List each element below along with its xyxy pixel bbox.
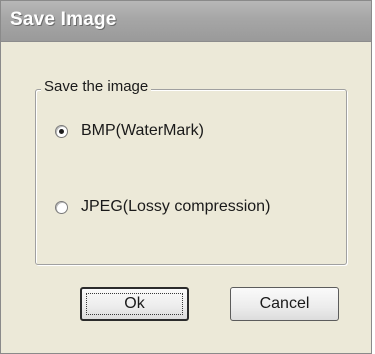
group-legend: Save the image [41, 78, 152, 95]
ok-button-label: Ok [124, 295, 145, 312]
radio-option-jpeg[interactable]: JPEG(Lossy compression) [55, 198, 270, 216]
window-title: Save Image [10, 9, 117, 30]
bmp-option-label[interactable]: BMP(WaterMark) [81, 122, 204, 140]
radio-option-bmp[interactable]: BMP(WaterMark) [55, 122, 204, 140]
cancel-button[interactable]: Cancel [230, 287, 339, 321]
cancel-button-label: Cancel [259, 295, 310, 312]
jpeg-option-label[interactable]: JPEG(Lossy compression) [81, 198, 270, 216]
ok-button[interactable]: Ok [80, 287, 189, 321]
radio-selected-dot [59, 128, 64, 134]
jpeg-radio-button[interactable] [55, 200, 68, 214]
save-options-group [35, 89, 347, 265]
bmp-radio-button[interactable] [55, 124, 68, 138]
title-bar[interactable]: Save Image [1, 1, 371, 42]
save-image-dialog: Save Image Save the image BMP(WaterMark)… [0, 0, 372, 354]
